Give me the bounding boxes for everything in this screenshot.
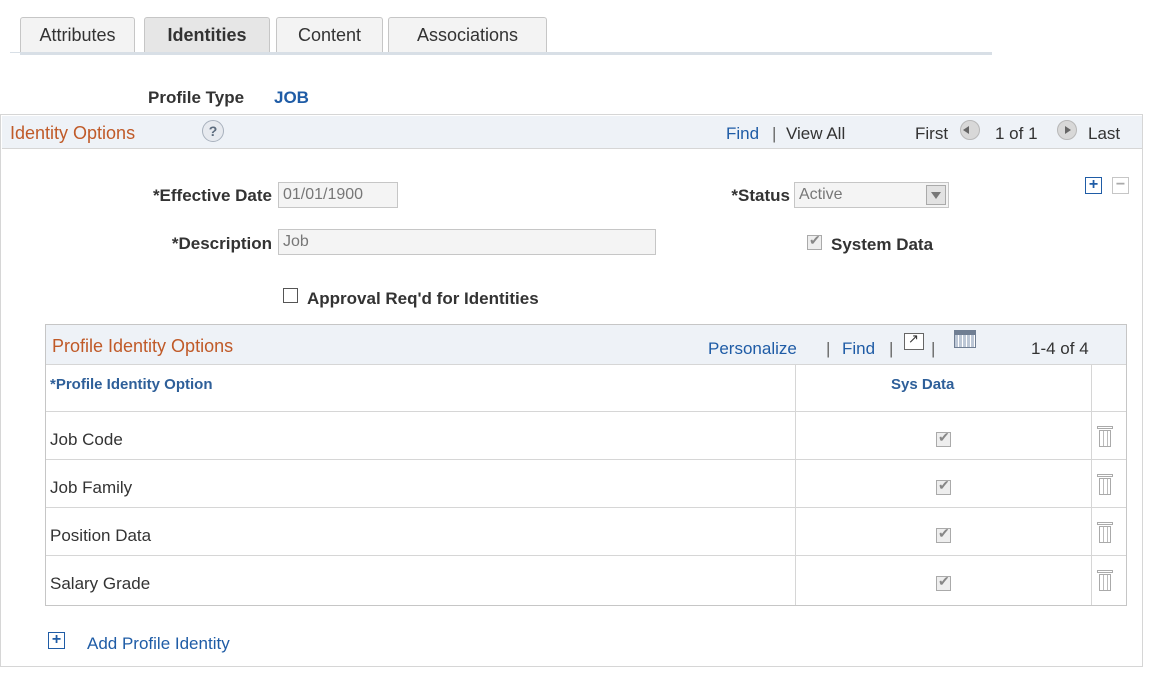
chevron-down-icon[interactable] (926, 185, 946, 205)
grid-row-count: 1-4 of 4 (1031, 339, 1089, 358)
row-divider (46, 411, 1126, 412)
delete-row-button[interactable]: − (1112, 177, 1129, 194)
system-data-checkbox (807, 232, 822, 250)
table-row: Salary Grade (46, 558, 1126, 605)
identity-options-title: Identity Options (10, 123, 136, 143)
trash-icon[interactable] (1097, 426, 1113, 447)
tab-underline-left (10, 52, 20, 53)
status-select[interactable]: Active (794, 182, 949, 208)
tab-associations[interactable]: Associations (388, 17, 547, 52)
grid-separator-1: | (826, 339, 831, 358)
description-field[interactable]: Job (278, 229, 656, 255)
status-value: Active (799, 186, 843, 203)
profile-identity-option: Salary Grade (50, 574, 151, 593)
trash-icon[interactable] (1097, 570, 1113, 591)
profile-type: Profile Type JOB (148, 88, 309, 108)
tab-attributes[interactable]: Attributes (20, 17, 135, 52)
tab-identities[interactable]: Identities (144, 17, 270, 53)
effective-date-field[interactable]: 01/01/1900 (278, 182, 398, 208)
profile-type-value: JOB (274, 88, 309, 107)
view-all-link[interactable]: View All (786, 124, 845, 144)
find-link[interactable]: Find (726, 124, 759, 144)
table-row: Position Data (46, 510, 1126, 557)
approval-label: Approval Req'd for Identities (307, 289, 539, 308)
system-data-label: System Data (831, 235, 934, 254)
sys-data-checkbox (936, 477, 951, 495)
row-counter: 1 of 1 (995, 124, 1038, 143)
grid-header: Profile Identity Options Personalize | F… (46, 325, 1126, 365)
profile-identity-option: Job Family (50, 478, 133, 497)
profile-identity-option: Job Code (50, 430, 123, 449)
grid-separator-3: | (931, 339, 936, 358)
zoom-grid-icon[interactable] (904, 331, 924, 350)
add-row-button[interactable]: + (1085, 177, 1102, 194)
col-header-sys-data[interactable]: Sys Data (891, 365, 954, 405)
help-icon[interactable]: ? (202, 120, 224, 142)
approval-checkbox[interactable] (283, 288, 298, 303)
add-profile-identity-label: Add Profile Identity (87, 634, 230, 653)
table-row: Job Family (46, 462, 1126, 509)
trash-icon[interactable] (1097, 474, 1113, 495)
col-header-profile-identity-option[interactable]: *Profile Identity Option (50, 365, 213, 405)
sys-data-checkbox (936, 429, 951, 447)
profile-identity-options-grid: Profile Identity Options Personalize | F… (45, 324, 1127, 606)
description-label: *Description (171, 234, 272, 253)
grid-separator-2: | (889, 339, 894, 358)
profile-type-label: Profile Type (148, 88, 245, 107)
next-row-icon[interactable] (1057, 120, 1077, 140)
personalize-link[interactable]: Personalize (708, 339, 797, 359)
effective-date-label: *Effective Date (152, 186, 272, 205)
plus-icon: + (48, 632, 65, 649)
status-label: *Status (731, 186, 790, 205)
sys-data-checkbox (936, 573, 951, 591)
table-row: Job Code (46, 414, 1126, 461)
last-label: Last (1088, 124, 1121, 143)
download-spreadsheet-icon[interactable] (954, 330, 976, 348)
grid-find-link[interactable]: Find (842, 339, 875, 359)
tab-underline (20, 52, 992, 55)
tab-content[interactable]: Content (276, 17, 383, 52)
first-label: First (915, 124, 949, 143)
grid-title: Profile Identity Options (52, 336, 234, 356)
nav-separator: | (772, 124, 777, 143)
sys-data-checkbox (936, 525, 951, 543)
identity-options-header: Identity Options ? Find | View All First… (2, 116, 1142, 149)
trash-icon[interactable] (1097, 522, 1113, 543)
previous-row-icon[interactable] (960, 120, 980, 140)
profile-identity-option: Position Data (50, 526, 152, 545)
